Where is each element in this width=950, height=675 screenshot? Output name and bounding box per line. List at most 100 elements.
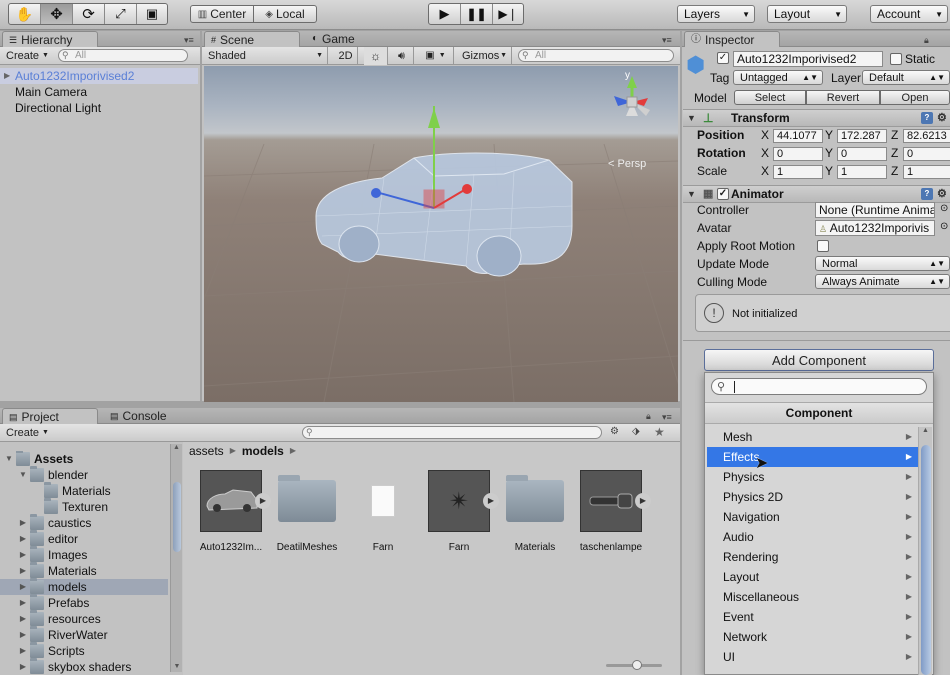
shading-mode-dropdown[interactable]: Shaded ▼ xyxy=(208,47,328,65)
layout-dropdown[interactable]: Layout ▼ xyxy=(767,5,847,23)
tab-hierarchy[interactable]: ☰ Hierarchy xyxy=(2,31,98,47)
lock-icon[interactable]: 🔒︎ xyxy=(646,411,651,422)
tree-scrollbar-thumb[interactable] xyxy=(173,482,181,552)
animator-enabled-checkbox[interactable]: ✓ xyxy=(717,188,729,200)
collapsed-arrow-icon[interactable]: ▶ xyxy=(18,627,28,643)
mode-2d-toggle[interactable]: 2D xyxy=(334,47,358,65)
tab-project[interactable]: ▤ Project xyxy=(2,408,98,424)
hand-tool-icon[interactable]: ✋ xyxy=(9,4,41,24)
model-select-button[interactable]: Select xyxy=(734,90,806,105)
move-tool-icon[interactable]: ✥ xyxy=(41,4,73,24)
transform-rotation-y-field[interactable]: 0 xyxy=(837,147,887,161)
layer-dropdown[interactable]: Default ▲▼ xyxy=(862,70,950,85)
component-menu-item[interactable]: Effects ▶ xyxy=(707,447,918,467)
step-icon[interactable]: ▶❘ xyxy=(493,4,523,24)
collapsed-arrow-icon[interactable]: ▶ xyxy=(18,611,28,627)
panel-menu-icon[interactable]: ▾≡ xyxy=(662,35,672,46)
add-component-button[interactable]: Add Component xyxy=(704,349,934,371)
active-checkbox[interactable]: ✓ xyxy=(717,52,729,64)
asset-item[interactable]: ▶ taschenlampe xyxy=(576,470,651,560)
panel-menu-icon[interactable]: ▾≡ xyxy=(184,35,194,46)
slider-thumb[interactable] xyxy=(632,660,642,670)
static-checkbox[interactable] xyxy=(890,53,902,65)
panel-menu-icon[interactable]: ▾≡ xyxy=(662,412,672,423)
lock-icon[interactable]: 🔒︎ xyxy=(924,35,929,46)
scene-search-input[interactable]: ⚲ All xyxy=(518,49,674,62)
tree-item[interactable]: ▼ Assets xyxy=(0,451,168,467)
transform-scale-y-field[interactable]: 1 xyxy=(837,165,887,179)
component-menu-item[interactable]: Mesh ▶ xyxy=(707,427,918,447)
component-menu-item[interactable]: Navigation ▶ xyxy=(707,507,918,527)
expand-asset-icon[interactable]: ▶ xyxy=(255,493,271,509)
hierarchy-create-button[interactable]: Create ▼ xyxy=(6,47,49,65)
object-name-field[interactable]: Auto1232Imporivised2 xyxy=(733,51,883,67)
perspective-label[interactable]: < Persp xyxy=(608,158,646,170)
transform-rotation-z-field[interactable]: 0 xyxy=(903,147,950,161)
transform-header[interactable]: ▼ ⊥ Transform ? ⚙ xyxy=(683,109,950,127)
orientation-gizmo[interactable] xyxy=(600,72,664,136)
avatar-field[interactable]: ♙ Auto1232Imporivis xyxy=(815,220,935,236)
component-menu-item[interactable]: Physics 2D ▶ xyxy=(707,487,918,507)
asset-item[interactable]: Materials xyxy=(500,470,570,560)
tree-item[interactable]: ▶ RiverWater xyxy=(0,626,168,643)
tree-item[interactable]: ▶ editor xyxy=(0,530,168,547)
component-search-input[interactable]: ⚲ xyxy=(711,378,927,395)
component-menu-item[interactable]: Rendering ▶ xyxy=(707,547,918,567)
gizmos-dropdown[interactable]: Gizmos ▼ xyxy=(462,47,512,65)
tree-item[interactable]: ▶ skybox shaders xyxy=(0,658,168,675)
model-open-button[interactable]: Open xyxy=(880,90,950,105)
object-picker-icon[interactable]: ⊙ xyxy=(940,221,948,232)
tree-item[interactable]: ▶ Scripts xyxy=(0,642,168,659)
component-menu-item[interactable]: Miscellaneous ▶ xyxy=(707,587,918,607)
lighting-toggle[interactable]: ☼ xyxy=(364,47,388,65)
scene-viewport[interactable]: y < Persp xyxy=(204,66,678,402)
asset-item[interactable]: ✴ ▶ Farn xyxy=(424,470,499,560)
component-menu-item[interactable]: Physics ▶ xyxy=(707,467,918,487)
pause-icon[interactable]: ❚❚ xyxy=(461,4,493,24)
collapsed-arrow-icon[interactable]: ▶ xyxy=(18,563,28,579)
collapsed-arrow-icon[interactable]: ▶ xyxy=(18,595,28,611)
apply-root-motion-checkbox[interactable] xyxy=(817,240,829,252)
transform-scale-x-field[interactable]: 1 xyxy=(773,165,823,179)
collapsed-arrow-icon[interactable]: ▶ xyxy=(18,515,28,531)
expanded-arrow-icon[interactable]: ▼ xyxy=(18,467,28,483)
collapsed-arrow-icon[interactable]: ▶ xyxy=(18,643,28,659)
tag-dropdown[interactable]: Untagged ▲▼ xyxy=(733,70,823,85)
settings-gear-icon[interactable]: ⚙ xyxy=(937,186,947,202)
object-picker-icon[interactable]: ⊙ xyxy=(940,203,948,214)
tree-item[interactable]: ▶ Prefabs xyxy=(0,594,168,611)
transform-position-z-field[interactable]: 82.6213 xyxy=(903,129,950,143)
transform-position-y-field[interactable]: 172.287 xyxy=(837,129,887,143)
account-dropdown[interactable]: Account ▼ xyxy=(870,5,948,23)
update-mode-dropdown[interactable]: Normal ▲▼ xyxy=(815,256,950,271)
rect-tool-icon[interactable]: ▣ xyxy=(137,4,167,24)
settings-gear-icon[interactable]: ⚙ xyxy=(937,110,947,126)
culling-mode-dropdown[interactable]: Always Animate ▲▼ xyxy=(815,274,950,289)
tree-item[interactable]: ▶ models xyxy=(0,578,168,595)
component-menu-scrollbar-thumb[interactable] xyxy=(921,445,931,675)
transform-scale-z-field[interactable]: 1 xyxy=(903,165,950,179)
tree-item[interactable]: ▼ blender xyxy=(0,466,168,483)
hierarchy-item-selected[interactable]: ▶ Auto1232Imporivised2 xyxy=(0,68,198,84)
scroll-up-arrow-icon[interactable]: ▲ xyxy=(171,444,182,451)
project-create-button[interactable]: Create ▼ xyxy=(6,424,49,442)
asset-item[interactable]: Farn xyxy=(348,470,418,560)
component-menu-item[interactable]: Network ▶ xyxy=(707,627,918,647)
breadcrumb-models[interactable]: models xyxy=(242,444,284,460)
filter-type-icon[interactable]: ⚙ xyxy=(610,426,619,437)
component-menu-item[interactable]: Layout ▶ xyxy=(707,567,918,587)
controller-field[interactable]: None (Runtime Anima xyxy=(815,202,935,218)
tree-item[interactable]: ▶ Materials xyxy=(0,562,168,579)
asset-size-slider[interactable] xyxy=(606,660,662,670)
play-icon[interactable]: ▶ xyxy=(429,4,461,24)
scroll-up-arrow-icon[interactable]: ▲ xyxy=(919,427,932,434)
rotate-tool-icon[interactable]: ⟳ xyxy=(73,4,105,24)
pivot-local-button[interactable]: ◈ Local xyxy=(253,5,317,23)
tab-inspector[interactable]: ⓘ Inspector xyxy=(684,31,780,47)
effects-dropdown[interactable]: ▣ ▼ xyxy=(418,47,454,65)
hierarchy-item[interactable]: Directional Light xyxy=(0,100,198,116)
help-book-icon[interactable]: ? xyxy=(921,188,933,200)
component-menu-item[interactable]: UI ▶ xyxy=(707,647,918,667)
tree-item[interactable]: ▶ Images xyxy=(0,546,168,563)
filter-label-icon[interactable]: ⬗ xyxy=(632,426,640,437)
